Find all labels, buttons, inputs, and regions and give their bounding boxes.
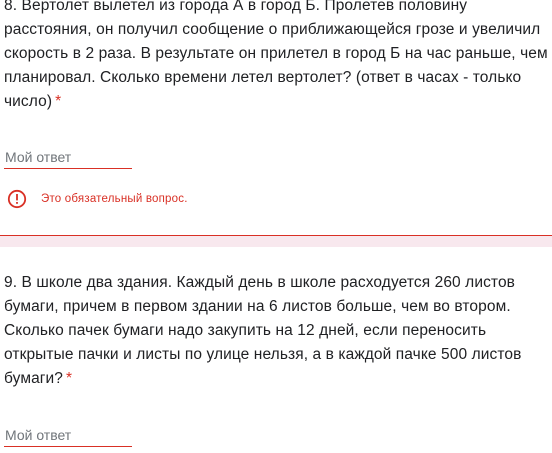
question-9-title: 9. В школе два здания. Каждый день в шко… — [4, 274, 522, 387]
question-card-9: 9. В школе два здания. Каждый день в шко… — [0, 247, 552, 453]
required-error-message: Это обязательный вопрос. — [7, 189, 188, 209]
card-separator — [0, 235, 552, 247]
answer-input-q9[interactable] — [4, 423, 132, 447]
question-8-text: 8. Вертолет вылетел из города А в город … — [4, 0, 550, 114]
error-circle-icon — [7, 189, 27, 209]
error-text: Это обязательный вопрос. — [41, 193, 188, 205]
required-asterisk: * — [55, 93, 62, 110]
required-asterisk: * — [66, 370, 73, 387]
question-8-title: 8. Вертолет вылетел из города А в город … — [4, 0, 548, 110]
answer-input-q8[interactable] — [4, 145, 132, 169]
question-card-8: 8. Вертолет вылетел из города А в город … — [0, 0, 552, 235]
question-9-text: 9. В школе два здания. Каждый день в шко… — [4, 271, 550, 391]
